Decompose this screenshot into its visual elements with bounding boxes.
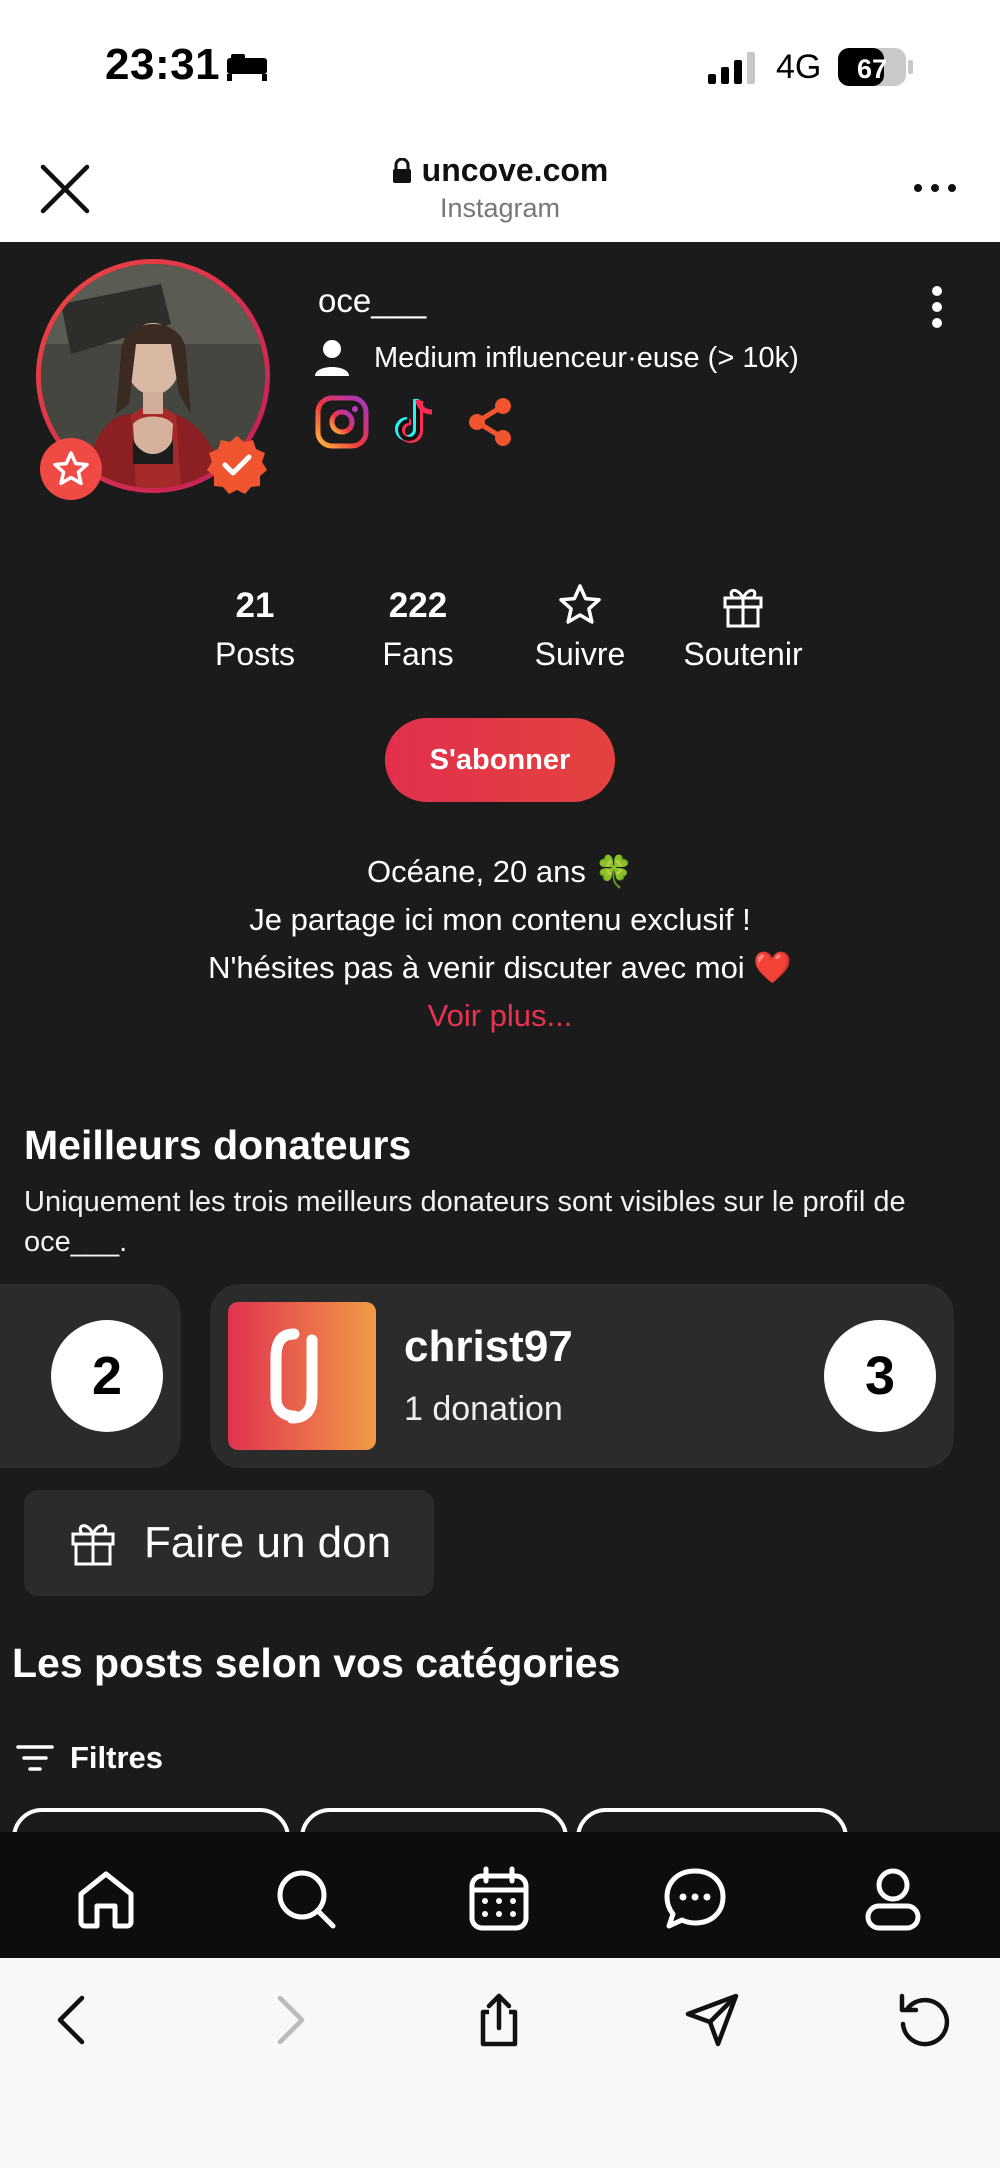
donor-card[interactable]: christ97 1 donation 3 [210, 1284, 954, 1468]
support-button[interactable]: Soutenir [663, 582, 823, 673]
forward-icon[interactable] [260, 1992, 316, 2048]
lock-icon [392, 157, 411, 183]
gift-icon [723, 589, 763, 628]
profile-stats: 21 Posts 222 Fans Suivre Soutenir [0, 582, 1000, 692]
chat-icon[interactable] [662, 1866, 728, 1932]
top-donors-title: Meilleurs donateurs [24, 1122, 412, 1168]
send-icon[interactable] [684, 1992, 740, 2048]
posts-section-title: Les posts selon vos catégories [12, 1640, 621, 1686]
filters-button[interactable]: Filtres [16, 1740, 163, 1776]
profile-category: Medium influenceur·euse (> 10k) [312, 338, 799, 378]
home-icon[interactable] [73, 1866, 139, 1932]
sleep-focus-icon [227, 54, 267, 81]
donor-avatar [228, 1302, 376, 1450]
url-subtitle: Instagram [439, 193, 561, 223]
social-links [314, 394, 518, 450]
status-time: 23:31 [105, 40, 221, 89]
filter-icon [16, 1745, 54, 1771]
network-type: 4G [776, 48, 822, 86]
battery-level: 67 [857, 54, 887, 84]
follow-button[interactable]: Suivre [500, 582, 660, 673]
donor-count: 1 donation [404, 1390, 563, 1428]
posts-stat[interactable]: 21 Posts [175, 582, 335, 673]
search-icon[interactable] [273, 1866, 339, 1932]
fans-label: Fans [382, 636, 454, 672]
donate-label: Faire un don [144, 1518, 392, 1567]
profile-bio: Océane, 20 ans 🍀 Je partage ici mon cont… [0, 848, 1000, 1040]
uncove-logo-icon [270, 1328, 318, 1424]
bio-line-3: N'hésites pas à venir discuter avec moi … [208, 950, 792, 985]
fans-count: 222 [388, 586, 448, 625]
bio-line-2: Je partage ici mon contenu exclusif ! [249, 902, 751, 937]
support-label: Soutenir [683, 636, 803, 672]
see-more-link[interactable]: Voir plus... [0, 992, 1000, 1040]
browser-header: uncove.com Instagram [0, 140, 1000, 242]
verified-badge-icon [207, 436, 267, 494]
star-badge-icon [40, 438, 102, 500]
app-nav-bar [0, 1832, 1000, 1958]
donor-rank: 3 [824, 1320, 936, 1432]
posts-label: Posts [214, 636, 296, 672]
browser-toolbar [0, 1958, 1000, 2168]
profile-username: oce___ [318, 282, 427, 319]
signal-icon [708, 52, 755, 84]
star-icon [559, 584, 601, 624]
donor-card[interactable]: 2 [0, 1284, 181, 1468]
tiktok-icon[interactable] [388, 394, 444, 450]
category-chip[interactable] [300, 1808, 568, 1832]
filters-label: Filtres [70, 1740, 164, 1775]
donate-button[interactable]: Faire un don [24, 1490, 434, 1596]
person-icon [315, 340, 349, 376]
posts-count: 21 [235, 586, 275, 625]
instagram-icon[interactable] [314, 394, 370, 450]
fans-stat[interactable]: 222 Fans [338, 582, 498, 673]
category-label: Medium influenceur·euse (> 10k) [374, 341, 799, 374]
profile-icon[interactable] [860, 1866, 926, 1932]
url-display[interactable]: uncove.com Instagram [300, 152, 700, 224]
reload-icon[interactable] [896, 1992, 952, 2048]
more-options-icon[interactable] [912, 168, 958, 208]
profile-menu-icon[interactable] [926, 284, 948, 330]
close-icon[interactable] [38, 162, 92, 216]
back-icon[interactable] [46, 1992, 102, 2048]
url-text: uncove.com [421, 152, 609, 188]
status-bar: 23:31 4G 67 [0, 0, 1000, 140]
follow-label: Suivre [534, 636, 626, 672]
category-chip[interactable] [12, 1808, 290, 1832]
share-icon[interactable] [471, 1992, 527, 2048]
profile-page: oce___ Medium influenceur·euse (> 10k) 2… [0, 242, 1000, 1832]
share-icon[interactable] [462, 394, 518, 450]
category-chip[interactable] [576, 1808, 848, 1832]
gift-icon [71, 1524, 115, 1566]
subscribe-button[interactable]: S'abonner [385, 718, 615, 802]
bio-line-1: Océane, 20 ans 🍀 [366, 854, 634, 889]
top-donors-description: Uniquement les trois meilleurs donateurs… [24, 1186, 906, 1258]
donor-name: christ97 [404, 1322, 573, 1371]
battery-icon: 67 [838, 48, 914, 86]
calendar-icon[interactable] [466, 1866, 532, 1932]
donor-rank: 2 [51, 1320, 163, 1432]
